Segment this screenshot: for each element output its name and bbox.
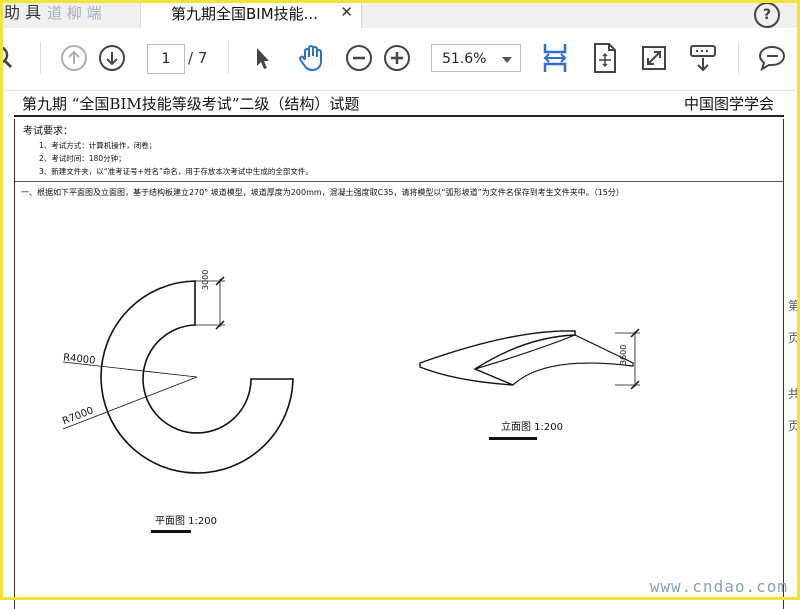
close-tab-icon[interactable]: ✕: [340, 3, 353, 21]
help-icon[interactable]: ?: [754, 2, 780, 28]
elevation-view-caption: 立面图 1:200: [501, 422, 563, 433]
organization-name: 中国图学学会: [683, 95, 774, 113]
select-cursor-icon[interactable]: [245, 41, 279, 75]
tab-bar: 助 具道 柳 端 第九期全国BIM技能... ✕ ?: [0, 0, 800, 28]
elevation-dimension-label: 3600: [619, 344, 628, 365]
plan-view-caption: 平面图 1:200: [155, 516, 217, 527]
radius-leader-outer: [62, 376, 198, 430]
plan-dimension-label: 3000: [201, 269, 210, 290]
page-footer-fragment: 页: [788, 331, 800, 345]
plan-view-drawing: [62, 276, 640, 474]
previous-page-icon[interactable]: [57, 41, 91, 75]
site-watermark: www.cndao.com: [649, 577, 788, 596]
fit-width-icon[interactable]: [538, 41, 572, 75]
chevron-down-icon: [502, 57, 512, 63]
zoom-level-value: 51.6%: [442, 51, 487, 67]
page-total: / 7: [188, 49, 208, 67]
tab-partial[interactable]: 助 具道 柳 端: [0, 0, 140, 28]
ramp-elevation-upper: [474, 334, 634, 386]
tab-document[interactable]: 第九期全国BIM技能... ✕: [140, 0, 362, 28]
zoom-level-select[interactable]: 51.6%: [431, 44, 521, 72]
toolbar-separator: [228, 42, 229, 74]
exam-body: 考试要求： 1、考试方式：计算机操作，闭卷； 2、考试时间：180分钟； 3、新…: [14, 119, 784, 609]
comment-icon[interactable]: [755, 41, 789, 75]
zoom-out-icon[interactable]: [342, 41, 376, 75]
tab-document-title: 第九期全国BIM技能...: [171, 5, 318, 23]
hand-tool-icon[interactable]: [294, 41, 328, 75]
tab-watermark-text: 道 柳 端: [47, 4, 102, 22]
continuous-scroll-icon[interactable]: [686, 41, 720, 75]
fullscreen-icon[interactable]: [637, 41, 671, 75]
toolbar-separator: [40, 42, 41, 74]
toolbar: 1 / 7 51.6%: [0, 28, 800, 91]
title-rule: [14, 115, 784, 117]
elevation-caption-underline: [489, 437, 537, 440]
ramp-elevation-lower: [419, 330, 576, 386]
zoom-in-icon[interactable]: [380, 41, 414, 75]
document-viewport[interactable]: 第九期 “全国BIM技能等级考试”二级（结构）试题 中国图学学会 考试要求： 1…: [0, 91, 800, 609]
page-footer-fragment: 页: [788, 419, 800, 433]
plan-caption-underline: [151, 530, 191, 533]
fit-page-icon[interactable]: [588, 41, 622, 75]
page-title: 第九期 “全国BIM技能等级考试”二级（结构）试题: [22, 95, 360, 113]
next-page-icon[interactable]: [95, 41, 129, 75]
page-number-input[interactable]: 1: [147, 44, 185, 74]
search-icon[interactable]: [0, 41, 22, 75]
toolbar-separator: [738, 42, 739, 74]
ramp-plan-outline: [100, 280, 294, 474]
tab-partial-label: 助 具: [4, 3, 42, 22]
